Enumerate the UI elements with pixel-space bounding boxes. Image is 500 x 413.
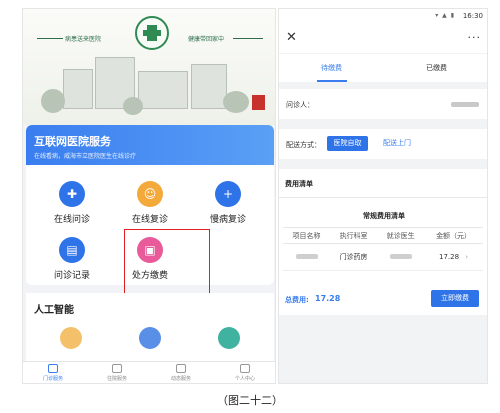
service-header: 互联网医院服务 在线看病，威海市立医院医生在线诊疗: [26, 125, 274, 165]
service-title: 互联网医院服务: [34, 135, 111, 148]
building-sketch: [63, 69, 93, 109]
tree-sketch: [223, 91, 249, 113]
tile-label: 在线问诊: [53, 215, 90, 225]
status-time: 16:30: [462, 12, 483, 20]
ai-section-title: 人工智能: [34, 305, 74, 316]
tab-label: 个人中心: [234, 376, 255, 382]
tile-label: 慢病复诊: [209, 215, 246, 225]
signal-icons: ▾ ▲ ▮: [435, 12, 455, 19]
tab-inpatient[interactable]: 住院服务: [87, 364, 147, 382]
outpatient-icon: [48, 364, 58, 373]
heart-icon: [112, 364, 122, 373]
banner-line-left: [37, 38, 63, 39]
broadcast-icon: [176, 364, 186, 373]
divider: [279, 197, 487, 198]
pay-now-button[interactable]: 立即缴费: [431, 290, 479, 307]
item-name-redacted: [283, 243, 331, 271]
building-sketch: [138, 71, 188, 109]
column-header: 执行科室: [330, 227, 378, 244]
close-icon[interactable]: ✕: [286, 30, 297, 45]
patient-name-redacted: [451, 102, 479, 107]
patient-label: 问诊人：: [286, 101, 314, 109]
hospital-pickup-button[interactable]: 医院自取: [327, 136, 368, 151]
banner-slogan-left: 病患送来医院: [65, 36, 102, 43]
records-icon: ▤: [59, 237, 85, 263]
service-subtitle: 在线看病，威海市立医院医生在线诊疗: [34, 153, 137, 160]
amount-cell: 17.28 ›: [424, 243, 483, 271]
tab-unpaid[interactable]: 待缴费: [279, 63, 384, 73]
bill-table: 项目名称 执行科室 就诊医生 金额（元） 门诊药房 17.28 ›: [283, 227, 483, 271]
tab-outpatient[interactable]: 门诊服务: [23, 364, 83, 382]
tab-paid[interactable]: 已缴费: [384, 63, 487, 73]
total-label: 总费用:: [285, 296, 309, 304]
medical-bag-icon: ✚: [59, 181, 85, 207]
column-header: 就诊医生: [377, 227, 425, 244]
delivery-label: 配送方式：: [286, 141, 321, 149]
doctor-redacted: [377, 243, 425, 271]
payment-tabs: 待缴费 已缴费: [279, 54, 487, 82]
plus-circle-icon: +: [215, 181, 241, 207]
home-delivery-button[interactable]: 配送上门: [383, 136, 411, 151]
tile-label: 在线复诊: [131, 215, 168, 225]
tab-label: 住院服务: [106, 376, 127, 382]
tile-label: 问诊记录: [53, 271, 90, 281]
banner-slogan-right: 健康带回家中: [188, 36, 225, 43]
bottom-tab-bar: 门诊服务 住院服务 动态服务 个人中心: [23, 361, 275, 383]
tab-profile[interactable]: 个人中心: [215, 364, 275, 382]
ai-section: 人工智能: [26, 293, 274, 363]
tree-sketch: [41, 89, 65, 113]
bill-subtitle: 常规费用清单: [363, 212, 405, 220]
chevron-right-icon: ›: [465, 253, 469, 261]
patient-row: 问诊人：: [279, 89, 487, 119]
banner-line-right: [233, 38, 263, 39]
figure-caption: （图二十二）: [217, 394, 283, 407]
more-icon[interactable]: ···: [468, 31, 482, 44]
amount-value: 17.28: [439, 253, 460, 261]
emblem-cross-horizontal: [143, 30, 161, 36]
status-bar: ▾ ▲ ▮ 16:30: [279, 9, 487, 25]
table-row[interactable]: 门诊药房 17.28 ›: [283, 243, 483, 271]
right-phone-screen: ▾ ▲ ▮ 16:30 ✕ ··· 待缴费 已缴费 问诊人： 配送方式： 医院自…: [278, 8, 488, 384]
column-header: 项目名称: [283, 227, 331, 244]
department-cell: 门诊药房: [330, 243, 378, 271]
chronic-revisit-tile[interactable]: + 慢病复诊: [192, 177, 264, 227]
bill-section: 费用清单 常规费用清单 项目名称 执行科室 就诊医生 金额（元） 门诊药房 17…: [279, 169, 487, 315]
building-sketch: [191, 64, 227, 109]
highlight-box: [124, 229, 210, 294]
consultation-records-tile[interactable]: ▤ 问诊记录: [36, 233, 108, 283]
doctor-icon: ☺: [137, 181, 163, 207]
tree-sketch: [123, 97, 143, 115]
tab-label: 门诊服务: [42, 376, 63, 382]
online-consultation-tile[interactable]: ✚ 在线问诊: [36, 177, 108, 227]
active-tab-indicator: [317, 80, 347, 82]
nav-bar: ✕ ···: [279, 25, 487, 53]
screenshot-frame: 病患送来医院 健康带回家中 互联网医院服务 在线看病，威海市立医院医生在线诊疗 …: [0, 0, 500, 413]
person-icon: [240, 364, 250, 373]
headset-icon[interactable]: [218, 327, 240, 349]
red-seal-stamp: [252, 95, 265, 110]
delivery-row: 配送方式： 医院自取 配送上门: [279, 129, 487, 159]
left-phone-screen: 病患送来医院 健康带回家中 互联网医院服务 在线看病，威海市立医院医生在线诊疗 …: [22, 8, 276, 384]
target-icon[interactable]: [60, 327, 82, 349]
tab-label: 动态服务: [170, 376, 191, 382]
tab-dynamic[interactable]: 动态服务: [151, 364, 211, 382]
online-revisit-tile[interactable]: ☺ 在线复诊: [114, 177, 186, 227]
bill-title: 费用清单: [285, 180, 313, 188]
column-header: 金额（元）: [424, 227, 483, 244]
hospital-banner: 病患送来医院 健康带回家中: [23, 9, 275, 125]
robot-icon[interactable]: [139, 327, 161, 349]
hospital-emblem-icon: [135, 16, 169, 50]
total-amount: 17.28: [315, 294, 341, 303]
